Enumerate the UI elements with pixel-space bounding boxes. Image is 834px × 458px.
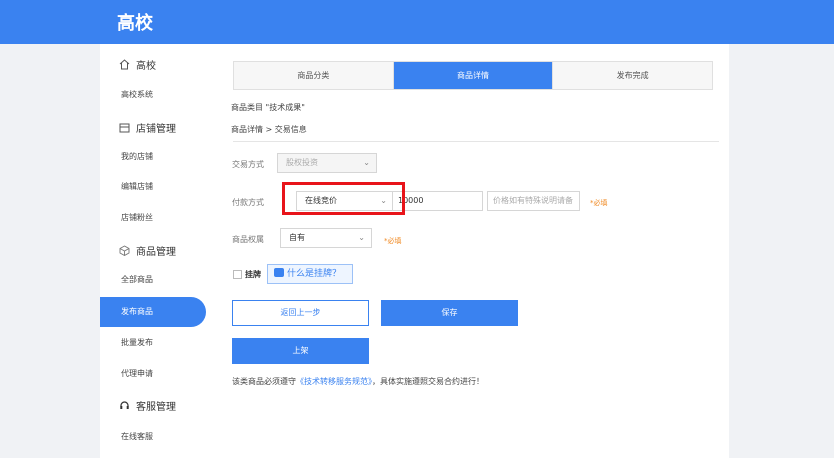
- notice-prefix: 该类商品必须遵守: [232, 377, 296, 386]
- top-bar: 高校: [0, 0, 834, 44]
- ownership-select[interactable]: 自有 ⌄: [280, 228, 372, 248]
- sidebar-group-store[interactable]: 店铺管理: [118, 120, 176, 135]
- sidebar-item-agent-apply[interactable]: 代理申请: [100, 359, 206, 389]
- step-tabs: 商品分类 商品详情 发布完成: [233, 61, 713, 90]
- step-details[interactable]: 商品详情: [392, 62, 553, 89]
- brand-title: 高校: [117, 13, 153, 34]
- guapai-checkbox[interactable]: [233, 270, 242, 279]
- cube-icon: [118, 245, 130, 257]
- back-button[interactable]: 返回上一步: [232, 300, 369, 326]
- sidebar-group-label: 商品管理: [136, 247, 176, 258]
- service-spec-link[interactable]: 《技术转移服务规范》: [296, 377, 372, 386]
- sidebar-group-products[interactable]: 商品管理: [118, 243, 176, 258]
- sidebar-group-label: 高校: [136, 61, 156, 72]
- chevron-down-icon: ⌄: [363, 158, 370, 167]
- trade-method-label: 交易方式: [232, 160, 264, 169]
- payment-amount-input[interactable]: 10000: [392, 191, 483, 211]
- step-complete[interactable]: 发布完成: [552, 62, 713, 89]
- home-icon: [118, 59, 130, 71]
- what-is-guapai-label: 什么是挂牌？: [287, 269, 342, 279]
- sidebar-item-gaoxiao-system[interactable]: 高校系统: [100, 80, 206, 110]
- sidebar-item-all-products[interactable]: 全部商品: [100, 265, 206, 295]
- what-is-guapai-button[interactable]: 什么是挂牌？: [267, 264, 353, 284]
- step-category[interactable]: 商品分类: [234, 62, 393, 89]
- trade-method-value: 股权投资: [286, 158, 318, 167]
- list-button[interactable]: 上架: [232, 338, 369, 364]
- sidebar-group-label: 客服管理: [136, 402, 176, 413]
- sidebar-item-batch-publish[interactable]: 批量发布: [100, 328, 206, 358]
- notice-text: 该类商品必须遵守《技术转移服务规范》，具体实施遵照交易合约进行！: [232, 376, 484, 387]
- chevron-down-icon: ⌄: [358, 233, 365, 242]
- payment-required-mark: *必填: [590, 199, 608, 207]
- sidebar-group-label: 店铺管理: [136, 124, 176, 135]
- sidebar-item-my-store[interactable]: 我的店铺: [100, 142, 206, 172]
- price-note-input[interactable]: 价格如有特殊说明请备: [487, 191, 580, 211]
- main-panel: 商品分类 商品详情 发布完成 商品类目 "技术成果" 商品详情 > 交易信息: [214, 44, 729, 458]
- sidebar-item-store-fans[interactable]: 店铺粉丝: [100, 203, 206, 233]
- bag-icon: [274, 268, 284, 277]
- sidebar: 高校 高校系统 店铺管理 我的店铺 编辑店铺 店铺粉丝 商品管理 全部商品 发布…: [100, 44, 214, 458]
- sidebar-group-gaoxiao[interactable]: 高校: [118, 57, 156, 72]
- guapai-label: 挂牌: [245, 270, 261, 279]
- trade-method-select[interactable]: 股权投资 ⌄: [277, 153, 377, 173]
- category-line: 商品类目 "技术成果": [231, 103, 305, 112]
- payment-label: 付款方式: [232, 198, 264, 207]
- highlight-box: [282, 182, 405, 215]
- sidebar-item-online-service[interactable]: 在线客服: [100, 422, 206, 452]
- ownership-required-mark: *必填: [384, 237, 402, 245]
- headset-icon: [118, 400, 130, 412]
- ownership-value: 自有: [289, 233, 305, 242]
- store-icon: [118, 122, 130, 134]
- save-button[interactable]: 保存: [381, 300, 518, 326]
- ownership-label: 商品权属: [232, 235, 264, 244]
- notice-suffix: ，具体实施遵照交易合约进行！: [372, 377, 484, 386]
- breadcrumb: 商品详情 > 交易信息: [231, 125, 307, 134]
- divider: [233, 141, 719, 142]
- sidebar-item-publish-product[interactable]: 发布商品: [100, 297, 206, 327]
- sidebar-item-edit-store[interactable]: 编辑店铺: [100, 172, 206, 202]
- sidebar-group-service[interactable]: 客服管理: [118, 398, 176, 413]
